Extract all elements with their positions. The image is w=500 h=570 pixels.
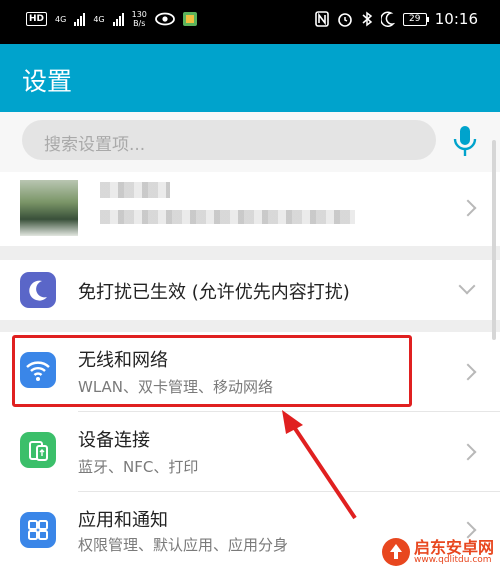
signal-icon-2 xyxy=(112,12,124,26)
list-item-title: 应用和通知 xyxy=(78,510,168,531)
watermark: 启东安卓网 www.qdlitdu.com xyxy=(381,537,494,566)
status-bar: HD 4G 4G 130 B/s 29 10:16 xyxy=(0,0,500,44)
eye-icon xyxy=(154,12,175,26)
device-connection-icon xyxy=(20,432,56,468)
apps-grid-icon xyxy=(20,512,56,548)
moon-icon xyxy=(20,272,56,308)
microphone-icon[interactable] xyxy=(450,124,480,160)
nfc-icon xyxy=(314,11,329,27)
watermark-title: 启东安卓网 xyxy=(413,537,494,557)
section-separator xyxy=(0,246,500,260)
chevron-down-icon xyxy=(458,277,476,295)
app-bar: 设置 xyxy=(0,44,500,112)
section-separator xyxy=(0,320,500,332)
watermark-url: www.qdlitdu.com xyxy=(413,554,492,565)
chevron-right-icon xyxy=(459,443,477,461)
avatar xyxy=(20,180,78,236)
account-card[interactable] xyxy=(0,172,500,246)
list-item-subtitle: 权限管理、默认应用、应用分身 xyxy=(78,536,289,554)
chevron-right-icon xyxy=(459,363,477,381)
signal-icon xyxy=(74,12,86,26)
chevron-right-icon xyxy=(459,199,477,217)
account-detail-blurred xyxy=(100,210,355,224)
scrollbar[interactable] xyxy=(492,140,496,340)
bluetooth-icon xyxy=(362,11,372,27)
list-item-title: 免打扰已生效 (允许优先内容打扰) xyxy=(78,282,350,303)
list-item-subtitle: 蓝牙、NFC、打印 xyxy=(78,458,199,476)
network-speed-value: 130 xyxy=(131,10,147,19)
search-area: 搜索设置项... xyxy=(0,112,500,172)
search-placeholder: 搜索设置项... xyxy=(44,135,146,155)
app-notification-icon xyxy=(182,12,197,26)
battery-icon: 29 xyxy=(402,12,429,26)
list-item-device-connection[interactable]: 设备连接 蓝牙、NFC、打印 xyxy=(0,412,500,492)
sim2-label: 4G xyxy=(93,14,105,24)
search-input[interactable]: 搜索设置项... xyxy=(22,120,436,160)
list-item-do-not-disturb[interactable]: 免打扰已生效 (允许优先内容打扰) xyxy=(0,260,500,320)
moon-icon xyxy=(380,11,395,27)
chevron-right-icon xyxy=(459,521,477,539)
annotation-highlight-box xyxy=(12,335,412,407)
network-speed-unit: B/s xyxy=(133,19,146,28)
network-speed: 130 B/s xyxy=(132,10,147,28)
status-left: HD 4G 4G 130 B/s xyxy=(26,10,197,28)
page-title: 设置 xyxy=(22,67,73,96)
sim1-label: 4G xyxy=(55,14,67,24)
account-name-blurred xyxy=(100,182,170,198)
watermark-text: 启东安卓网 www.qdlitdu.com xyxy=(413,537,494,565)
hd-badge: HD xyxy=(26,12,48,26)
list-item-title: 设备连接 xyxy=(78,430,150,451)
watermark-logo-icon xyxy=(381,538,410,566)
alarm-icon xyxy=(337,13,352,27)
clock: 10:16 xyxy=(434,10,478,28)
status-right: 29 10:16 xyxy=(314,10,478,28)
